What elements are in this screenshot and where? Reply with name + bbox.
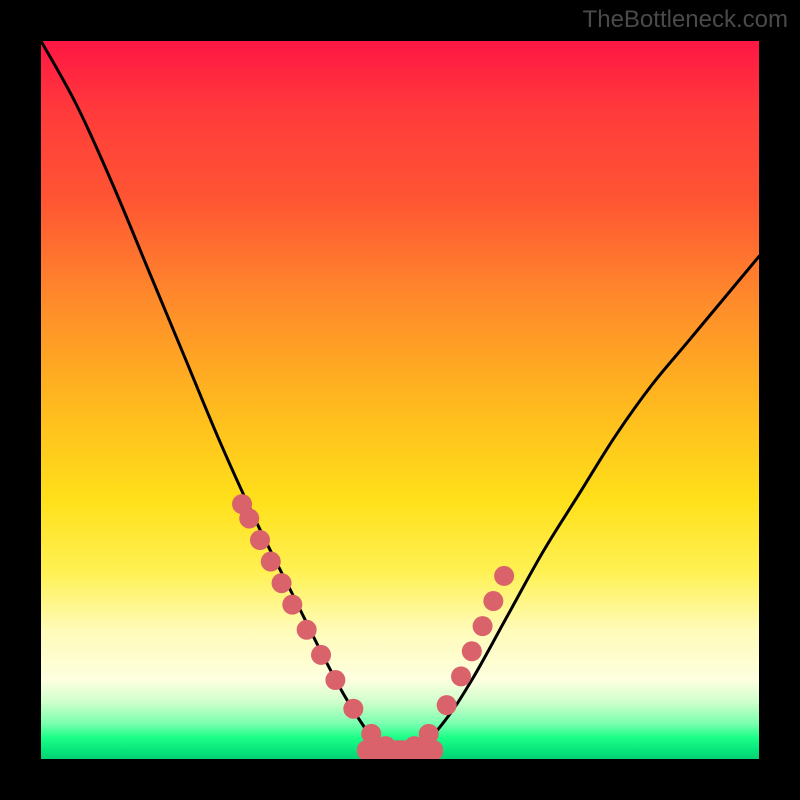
highlight-dot xyxy=(261,552,281,572)
highlight-dot xyxy=(483,591,503,611)
chart-frame: TheBottleneck.com xyxy=(0,0,800,800)
curve-svg xyxy=(41,41,759,759)
highlight-dot xyxy=(462,641,482,661)
highlight-dots xyxy=(232,494,514,759)
highlight-dot xyxy=(437,695,457,715)
highlight-dot xyxy=(343,699,363,719)
highlight-dot xyxy=(473,616,493,636)
highlight-dot xyxy=(451,666,471,686)
highlight-dot xyxy=(419,724,439,744)
highlight-dot xyxy=(272,573,292,593)
highlight-dot xyxy=(297,620,317,640)
highlight-dot xyxy=(250,530,270,550)
highlight-dot xyxy=(494,566,514,586)
highlight-dot xyxy=(325,670,345,690)
highlight-dot xyxy=(239,508,259,528)
watermark-text: TheBottleneck.com xyxy=(583,6,788,34)
highlight-dot xyxy=(311,645,331,665)
highlight-dot xyxy=(282,595,302,615)
plot-area xyxy=(41,41,759,759)
bottleneck-curve xyxy=(41,41,759,756)
